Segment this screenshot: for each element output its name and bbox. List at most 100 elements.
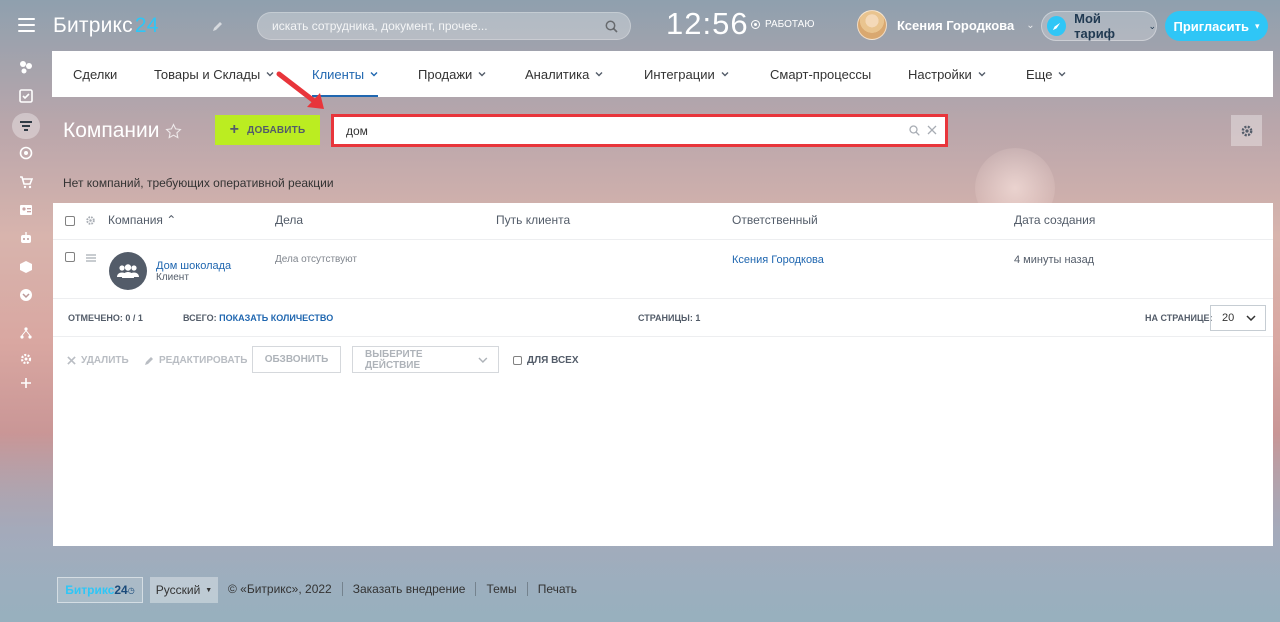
add-company-button[interactable]: + ДОБАВИТЬ (215, 115, 320, 145)
sidebar-add-icon[interactable] (18, 375, 34, 391)
pages-counter: СТРАНИЦЫ: 1 (638, 313, 701, 323)
sidebar-structure-icon[interactable] (18, 325, 34, 341)
left-sidebar (0, 0, 52, 622)
rocket-icon (1047, 16, 1067, 36)
sidebar-feed-icon[interactable] (18, 59, 34, 75)
invite-caret-icon: ▾ (1254, 20, 1260, 31)
delete-action[interactable]: УДАЛИТЬ (67, 355, 129, 366)
bitrix24-logo[interactable]: Битрикс24 (53, 14, 159, 38)
call-button[interactable]: ОБЗВОНИТЬ (252, 346, 341, 373)
people-icon (117, 264, 139, 278)
company-name-link[interactable]: Дом шоколада (156, 260, 231, 272)
total-counter: ВСЕГО: ПОКАЗАТЬ КОЛИЧЕСТВО (183, 313, 334, 323)
tariff-chevron-down-icon: ⌄ (1148, 20, 1156, 31)
sidebar-more-icon[interactable] (18, 287, 34, 303)
sidebar-robot-icon[interactable] (18, 230, 34, 246)
work-status[interactable]: РАБОТАЮ (751, 19, 814, 30)
footer-links: © «Битрикс», 2022 Заказать внедрение Тем… (228, 582, 577, 596)
page-settings-button[interactable] (1231, 115, 1262, 146)
footer-clock-icon: ◷ (127, 585, 135, 595)
my-tariff-label: Мой тариф (1074, 11, 1116, 41)
global-search-input[interactable] (272, 13, 602, 39)
search-icon[interactable] (909, 125, 920, 136)
clock[interactable]: 12:56 (666, 6, 749, 42)
tab-integrations[interactable]: Интеграции (644, 51, 729, 97)
selected-counter: ОТМЕЧЕНО: 0 / 1 (68, 313, 143, 323)
sidebar-cart-icon[interactable] (18, 174, 34, 190)
chevron-down-icon (721, 72, 729, 77)
crm-top-menu: Сделки Товары и Склады Клиенты Продажи А… (52, 51, 1273, 97)
gear-icon (1241, 125, 1252, 136)
language-select[interactable]: Русский ▼ (150, 577, 218, 603)
for-all-option[interactable]: ДЛЯ ВСЕХ (513, 355, 579, 366)
sidebar-tasks-icon[interactable] (18, 88, 34, 104)
sidebar-settings-icon[interactable] (18, 351, 34, 367)
chevron-down-icon (478, 357, 488, 363)
chevron-down-icon (1246, 315, 1256, 321)
tab-analytics[interactable]: Аналитика (525, 51, 603, 97)
show-count-link[interactable]: ПОКАЗАТЬ КОЛИЧЕСТВО (219, 313, 333, 323)
footer-bitrix24-logo[interactable]: Битрикс 24 ◷ (57, 577, 143, 603)
sort-up-icon: ⌃ (166, 213, 177, 227)
column-settings-gear-icon[interactable] (85, 215, 96, 226)
for-all-checkbox[interactable] (513, 356, 522, 365)
company-type: Клиент (156, 272, 189, 283)
chevron-down-icon (370, 72, 378, 77)
work-status-icon (751, 20, 760, 29)
favorite-star-icon[interactable] (165, 122, 183, 140)
grid-header: Компания ⌃ Дела Путь клиента Ответственн… (53, 203, 1273, 240)
chevron-down-icon (978, 72, 986, 77)
add-company-label: ДОБАВИТЬ (247, 124, 306, 136)
invite-button[interactable]: Пригласить ▾ (1165, 11, 1268, 41)
grid-footer: ОТМЕЧЕНО: 0 / 1 ВСЕГО: ПОКАЗАТЬ КОЛИЧЕСТ… (53, 300, 1273, 337)
grid-action-panel: УДАЛИТЬ РЕДАКТИРОВАТЬ ОБЗВОНИТЬ ВЫБЕРИТЕ… (53, 346, 1273, 376)
search-icon[interactable] (605, 20, 618, 33)
sidebar-contacts-icon[interactable] (18, 202, 34, 218)
responsible-link[interactable]: Ксения Городкова (732, 254, 824, 266)
filter-search-box[interactable] (331, 114, 948, 147)
annotation-arrow-icon (276, 71, 324, 109)
user-chevron-down-icon: ⌄ (1026, 19, 1035, 31)
chevron-down-icon (266, 72, 274, 77)
column-created-date[interactable]: Дата создания (1014, 213, 1095, 227)
table-row[interactable]: Дом шоколада Клиент Дела отсутствуют Ксе… (53, 240, 1273, 299)
tab-more[interactable]: Еще (1026, 51, 1066, 97)
choose-action-select[interactable]: ВЫБЕРИТЕ ДЕЙСТВИЕ (352, 346, 499, 373)
footer-link-themes[interactable]: Темы (486, 582, 516, 596)
tab-smart-processes[interactable]: Смарт-процессы (770, 51, 871, 97)
tab-sales[interactable]: Продажи (418, 51, 486, 97)
edit-pencil-icon (145, 356, 153, 365)
work-status-label: РАБОТАЮ (765, 19, 815, 30)
menu-hamburger-icon[interactable] (18, 18, 35, 32)
tab-settings[interactable]: Настройки (908, 51, 986, 97)
sidebar-box-icon[interactable] (18, 259, 34, 275)
footer-link-order-implementation[interactable]: Заказать внедрение (353, 582, 466, 596)
global-search[interactable] (257, 12, 631, 40)
edit-pencil-icon[interactable] (212, 20, 224, 32)
tab-products-stores[interactable]: Товары и Склады (154, 51, 274, 97)
user-menu[interactable]: Ксения Городкова ⌄ (857, 10, 1035, 40)
column-responsible[interactable]: Ответственный (732, 213, 818, 227)
column-company[interactable]: Компания ⌃ (108, 213, 176, 227)
my-tariff-button[interactable]: Мой тариф ⌄ (1041, 11, 1157, 41)
company-avatar (109, 252, 147, 290)
footer-link-print[interactable]: Печать (538, 582, 577, 596)
row-actions-menu-icon[interactable] (86, 254, 96, 262)
sidebar-target-icon[interactable] (18, 145, 34, 161)
per-page-label: НА СТРАНИЦЕ: (1145, 313, 1213, 323)
column-activities[interactable]: Дела (275, 213, 303, 227)
select-all-checkbox[interactable] (65, 216, 75, 226)
invite-label: Пригласить (1173, 18, 1249, 34)
clear-close-icon[interactable] (927, 125, 937, 135)
user-avatar (857, 10, 887, 40)
filter-search-input[interactable] (346, 117, 886, 144)
edit-action[interactable]: РЕДАКТИРОВАТЬ (144, 355, 247, 366)
row-checkbox[interactable] (65, 252, 75, 262)
no-companies-notice: Нет компаний, требующих оперативной реак… (63, 176, 334, 190)
tab-deals[interactable]: Сделки (73, 51, 117, 97)
column-client-path[interactable]: Путь клиента (496, 213, 570, 227)
user-name: Ксения Городкова (897, 17, 1015, 33)
sidebar-crm-icon[interactable] (18, 118, 34, 134)
plus-icon: + (229, 121, 240, 138)
per-page-select[interactable]: 20 (1210, 305, 1266, 331)
